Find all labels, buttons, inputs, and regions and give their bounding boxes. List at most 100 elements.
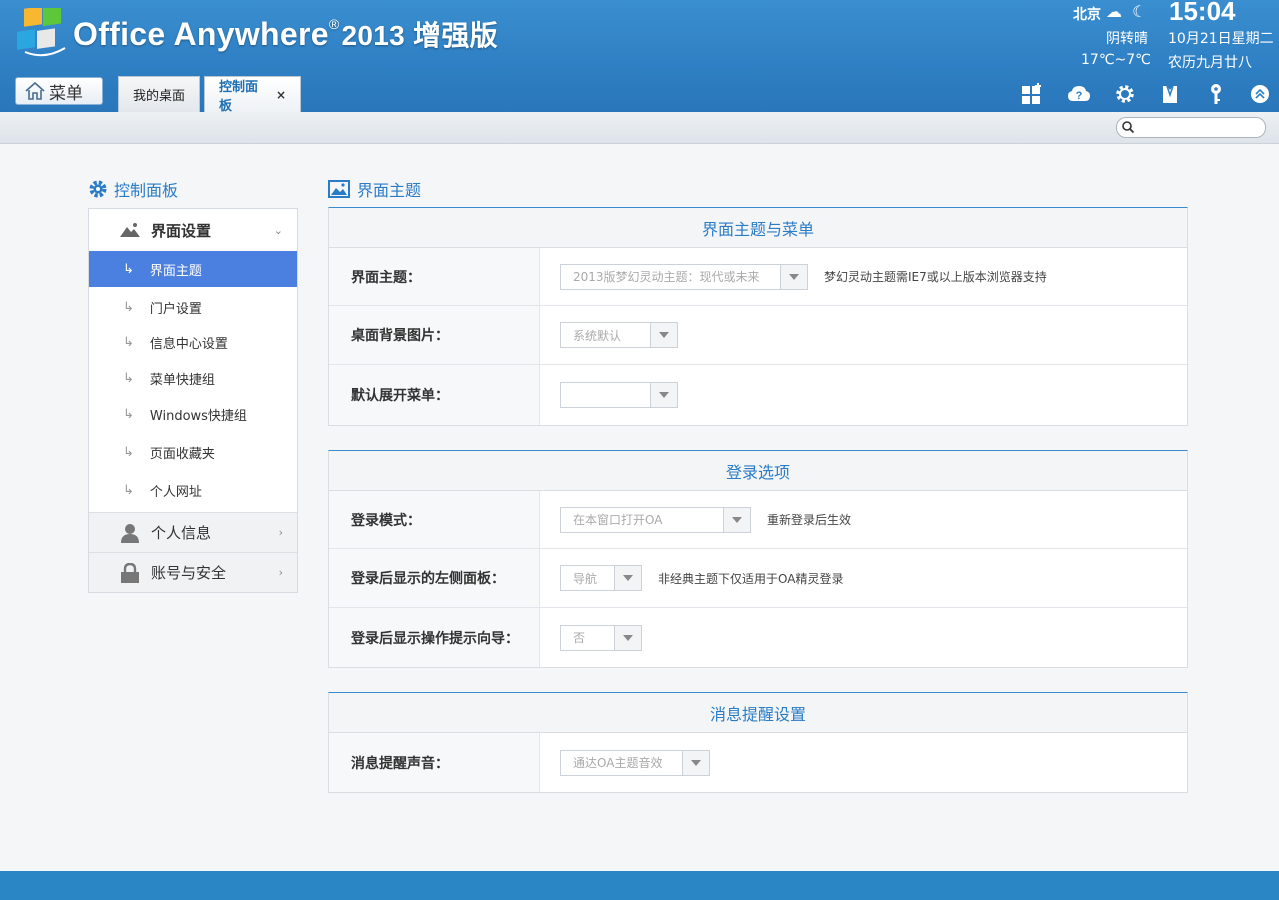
sub-item-arrow-icon: ↳ [123,444,134,460]
section-login-options: 登录选项 登录模式： 在本窗口打开OA 重新登录后生效 登录后显示的左侧面板： … [328,450,1188,668]
svg-text:?: ? [1076,90,1083,102]
select-value: 通达OA主题音效 [573,756,663,770]
sidebar-item-favorites[interactable]: ↳ 页面收藏夹 [89,434,297,470]
field-hint: 梦幻灵动主题需IE7或以上版本浏览器支持 [824,270,1047,284]
chevron-down-icon [650,323,677,347]
page-title-label: 界面主题 [357,181,422,200]
select-value: 2013版梦幻灵动主题：现代或未来 [573,270,760,284]
app-version: 2013 增强版 [341,20,498,51]
chevron-right-icon: › [278,526,283,539]
theme-select[interactable]: 2013版梦幻灵动主题：现代或未来 [560,263,808,290]
settings-icon[interactable] [1113,82,1137,106]
field-label: 登录后显示操作提示向导： [329,608,540,667]
sidebar-item-label: 界面主题 [149,263,202,279]
home-icon [25,81,45,100]
weather-icons: ☁ ☾ [1106,2,1147,21]
sidebar-group-label: 账号与安全 [151,564,227,582]
left-panel-select[interactable]: 导航 [560,565,642,591]
clock-lunar: 农历九月廿八 [1168,55,1252,71]
sidebar-item-label: Windows快捷组 [149,408,247,424]
sub-toolbar [0,112,1279,144]
sidebar-item-windows-shortcuts[interactable]: ↳ Windows快捷组 [89,396,297,432]
page-title: 界面主题 [328,177,421,201]
sidebar-item-ui-theme[interactable]: ↳ 界面主题 [89,251,297,287]
sidebar-item-label: 个人网址 [149,484,202,500]
weather-temperature: 17℃~7℃ [1081,52,1151,68]
tab-my-desktop[interactable]: 我的桌面 [118,76,200,112]
tab-label: 我的桌面 [133,89,186,104]
sidebar-title: 控制面板 [88,177,178,201]
field-label: 界面主题： [329,248,540,305]
section-notification-settings: 消息提醒设置 消息提醒声音： 通达OA主题音效 [328,692,1188,793]
field-label: 默认展开菜单： [329,365,540,425]
sub-item-arrow-icon: ↳ [123,406,134,422]
form-row-desktop-background: 桌面背景图片： 系统默认 [329,306,1187,365]
tab-control-panel[interactable]: 控制面板 × [204,76,301,114]
weather-city[interactable]: 北京 [1073,4,1101,24]
sidebar-item-label: 信息中心设置 [149,336,228,352]
background-select[interactable]: 系统默认 [560,322,678,348]
sidebar-group-account-security[interactable]: 账号与安全 › [89,553,297,592]
form-row-left-panel: 登录后显示的左侧面板： 导航 非经典主题下仅适用于OA精灵登录 [329,549,1187,608]
menu-button-label: 菜单 [49,83,83,104]
section-title: 界面主题与菜单 [329,208,1187,248]
form-row-login-guide: 登录后显示操作提示向导： 否 [329,608,1187,667]
image-icon [328,180,350,198]
login-mode-select[interactable]: 在本窗口打开OA [560,506,751,533]
sidebar: 界面设置 ⌄ ↳ 界面主题 ↳ 门户设置 ↳ 信息中心设置 ↳ 菜单快捷组 ↳ Windo… [88,208,298,593]
sidebar-item-menu-shortcuts[interactable]: ↳ 菜单快捷组 [89,360,297,396]
weather-condition: 阴转晴 [1106,31,1148,47]
select-value: 导航 [573,571,598,586]
gear-icon [89,180,107,198]
search-icon [1122,121,1135,134]
sub-item-arrow-icon: ↳ [123,299,134,315]
mountain-icon [120,223,140,237]
sidebar-item-label: 页面收藏夹 [149,446,215,462]
user-icon [121,523,139,543]
top-header: Office Anywhere®2013 增强版 北京 ☁ ☾ 阴转晴 17℃~… [0,0,1279,114]
sidebar-item-portal-settings[interactable]: ↳ 门户设置 [89,289,297,325]
sidebar-group-personal-info[interactable]: 个人信息 › [89,513,297,552]
default-menu-select[interactable] [560,382,678,408]
app-name: Office Anywhere [73,16,329,52]
collapse-icon[interactable] [1248,82,1272,106]
close-icon[interactable]: × [276,88,286,102]
skin-icon[interactable] [1158,82,1182,106]
sidebar-item-personal-urls[interactable]: ↳ 个人网址 [89,472,297,508]
sidebar-item-label: 菜单快捷组 [149,372,215,388]
app-title: Office Anywhere®2013 增强版 [73,14,498,54]
moon-icon: ☾ [1132,2,1147,21]
footer-bar [0,871,1279,900]
sidebar-item-info-center[interactable]: ↳ 信息中心设置 [89,324,297,360]
notification-sound-select[interactable]: 通达OA主题音效 [560,749,710,776]
sidebar-group-label: 个人信息 [151,524,212,542]
sidebar-group-ui-settings[interactable]: 界面设置 ⌄ [89,209,297,251]
section-theme-menu: 界面主题与菜单 界面主题： 2013版梦幻灵动主题：现代或未来 梦幻灵动主题需I… [328,207,1188,426]
search-input[interactable] [1116,117,1266,138]
chevron-right-icon: › [278,566,283,579]
apps-icon[interactable] [1020,82,1044,106]
key-icon[interactable] [1204,82,1228,106]
sub-item-arrow-icon: ↳ [123,334,134,350]
menu-button[interactable]: 菜单 [15,77,103,105]
form-row-default-menu: 默认展开菜单： [329,365,1187,425]
chevron-down-icon [682,750,709,775]
field-label: 登录后显示的左侧面板： [329,549,540,607]
sidebar-item-label: 门户设置 [149,301,202,317]
field-label: 消息提醒声音： [329,733,540,792]
login-guide-select[interactable]: 否 [560,624,642,651]
select-value: 否 [573,631,586,645]
sub-item-arrow-icon: ↳ [123,482,134,498]
field-hint: 重新登录后生效 [767,513,852,527]
section-title: 登录选项 [329,451,1187,491]
tab-label: 控制面板 [219,79,259,114]
registered-mark: ® [328,16,340,32]
cloud-icon: ☁ [1106,2,1122,21]
help-icon[interactable]: ? [1067,82,1091,106]
chevron-down-icon [614,625,641,650]
lock-icon [121,562,139,583]
office-logo-icon [17,8,66,57]
field-hint: 非经典主题下仅适用于OA精灵登录 [658,571,844,586]
form-row-login-mode: 登录模式： 在本窗口打开OA 重新登录后生效 [329,491,1187,549]
field-label: 登录模式： [329,491,540,548]
